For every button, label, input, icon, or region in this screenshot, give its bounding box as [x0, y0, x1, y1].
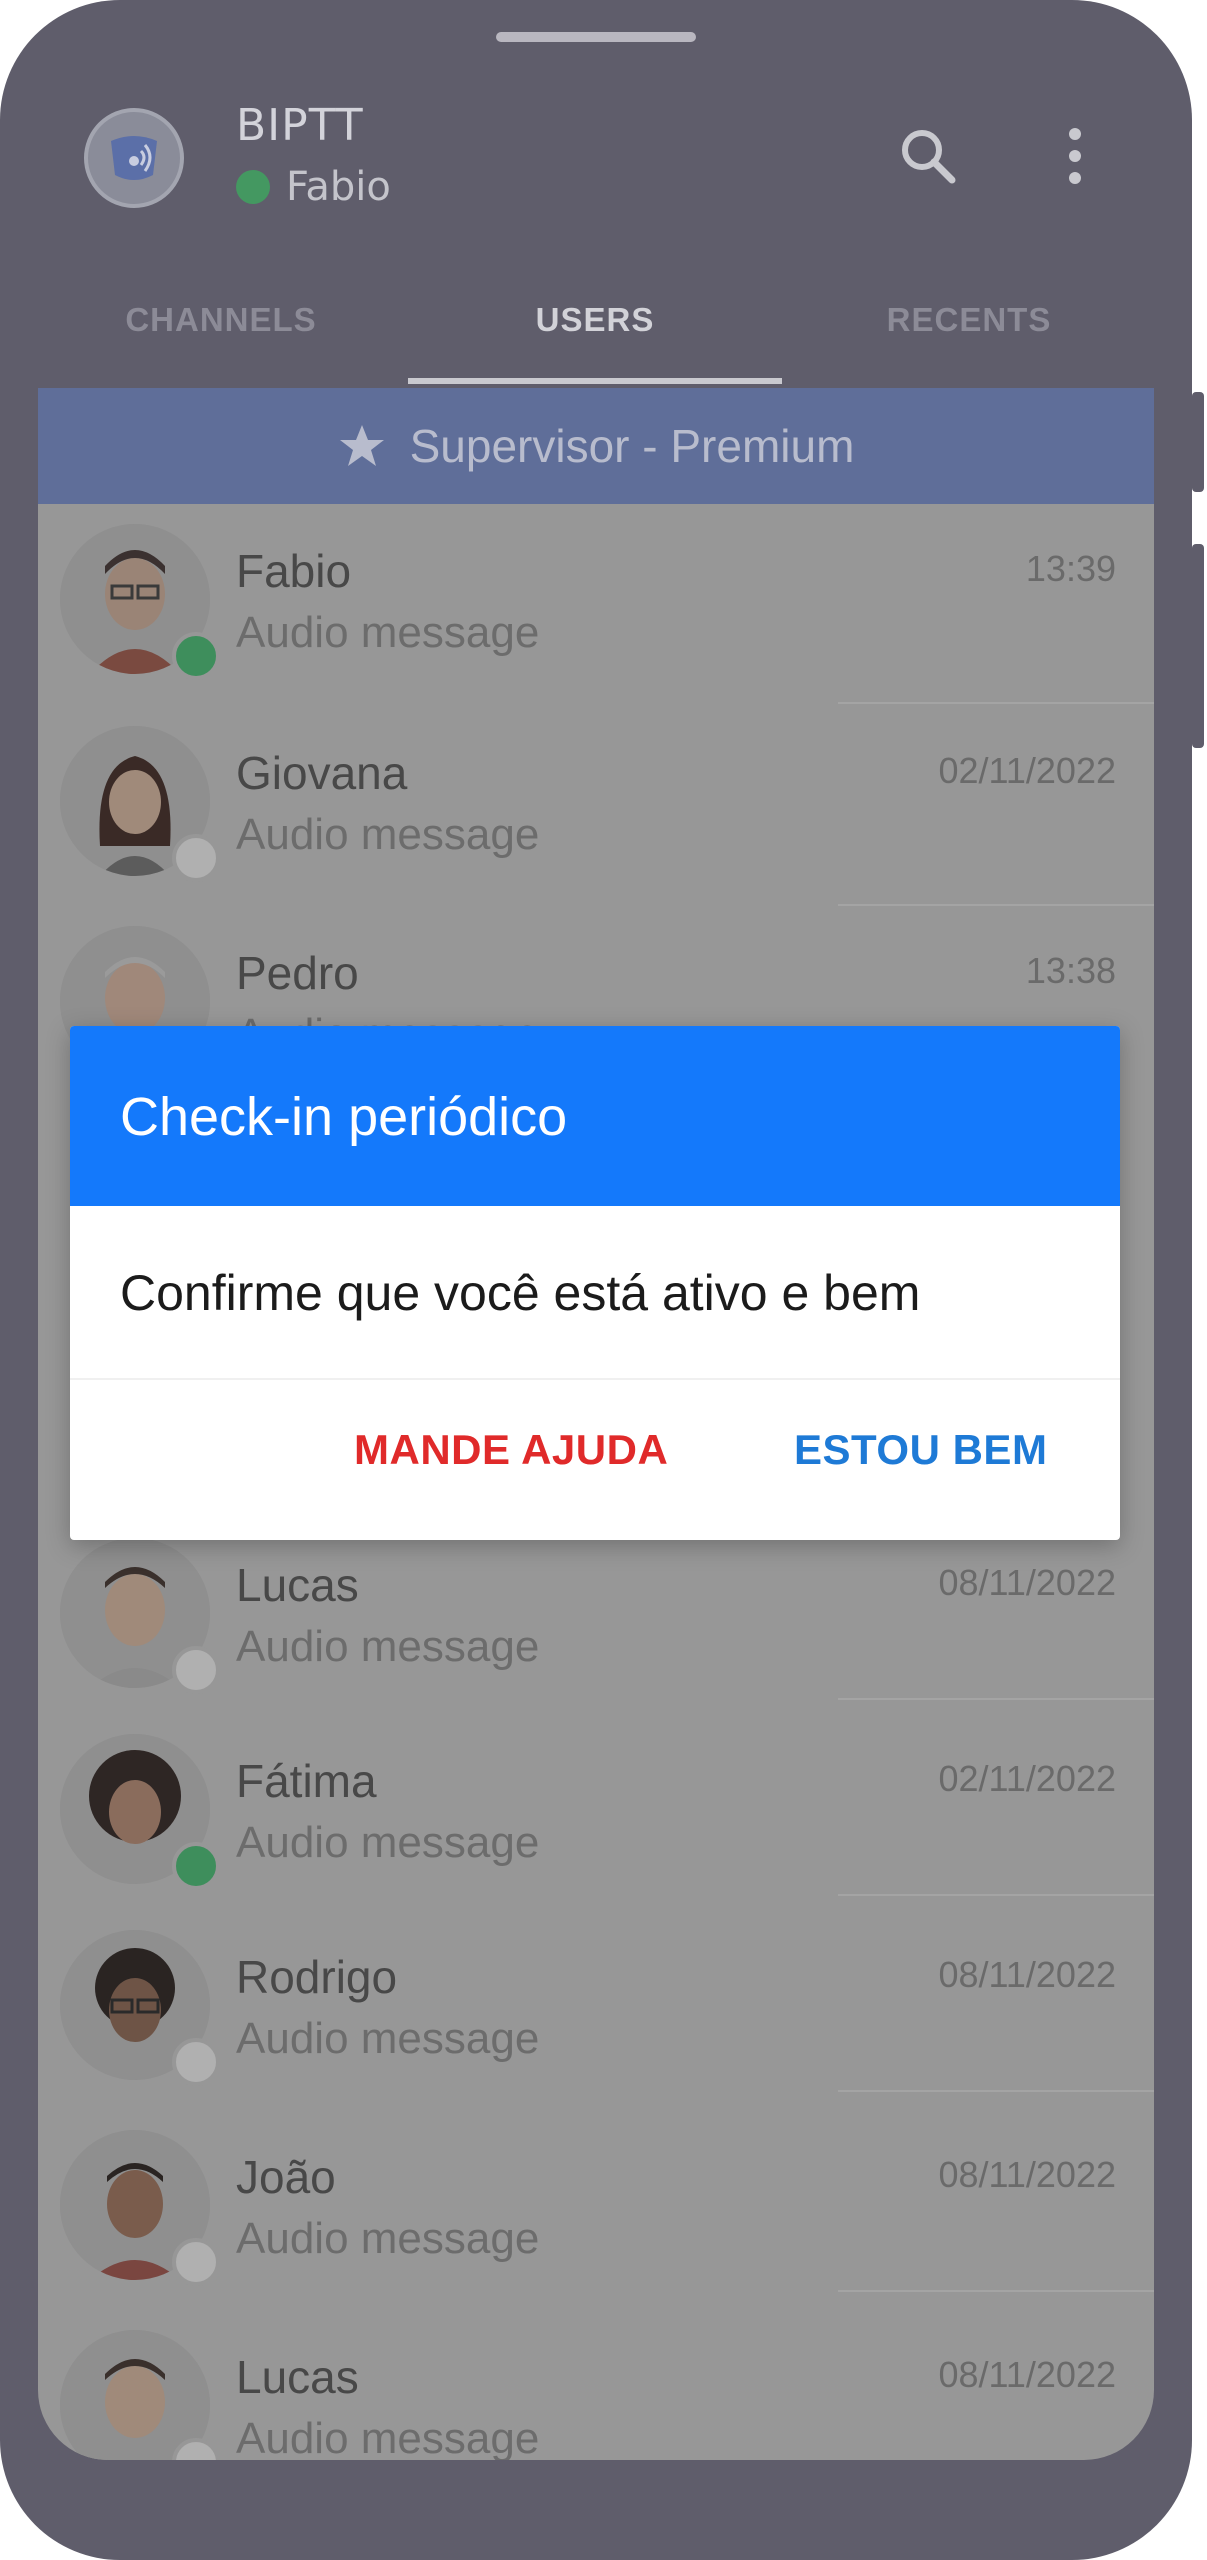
user-name: Lucas	[236, 2351, 359, 2403]
current-user-name: Fabio	[286, 164, 391, 210]
phone-frame: BIPTT Fabio CHANNELS USERS RECENTS Super…	[0, 0, 1192, 2560]
timestamp: 08/11/2022	[938, 2154, 1116, 2195]
dialog-title: Check-in periódico	[120, 1087, 568, 1147]
app-logo[interactable]	[84, 108, 184, 208]
volume-button	[1192, 392, 1204, 492]
last-message: Audio message	[236, 1818, 540, 1867]
online-status-icon	[172, 632, 220, 680]
speaker-notch	[496, 32, 696, 42]
checkin-dialog: Check-in periódico Confirme que você est…	[70, 1026, 1120, 1540]
timestamp: 13:38	[1025, 950, 1116, 991]
row-divider	[838, 1698, 1154, 1700]
timestamp: 08/11/2022	[938, 2354, 1116, 2395]
offline-status-icon	[172, 1646, 220, 1694]
more-vertical-icon[interactable]	[1060, 124, 1090, 188]
row-divider	[838, 2290, 1154, 2292]
row-divider	[838, 1894, 1154, 1896]
user-name: Pedro	[236, 947, 359, 999]
power-button	[1192, 544, 1204, 748]
current-user-status: Fabio	[236, 164, 391, 210]
user-name: Fátima	[236, 1755, 377, 1807]
list-item[interactable]: Lucas Audio message 08/11/2022	[38, 1518, 1154, 1718]
user-name: Rodrigo	[236, 1951, 398, 2003]
timestamp: 02/11/2022	[938, 750, 1116, 791]
group-label: Supervisor - Premium	[409, 420, 855, 472]
search-icon[interactable]	[896, 124, 960, 188]
radio-logo-icon	[111, 136, 157, 180]
list-item[interactable]: Fabio Audio message 13:39	[38, 504, 1154, 704]
offline-status-icon	[172, 2038, 220, 2086]
list-item[interactable]: Rodrigo Audio message 08/11/2022	[38, 1910, 1154, 2110]
tab-users[interactable]: USERS	[408, 270, 782, 370]
list-item[interactable]: João Audio message 08/11/2022	[38, 2110, 1154, 2310]
app-header: BIPTT Fabio	[0, 60, 1192, 260]
timestamp: 08/11/2022	[938, 1562, 1116, 1603]
list-item[interactable]: Fátima Audio message 02/11/2022	[38, 1714, 1154, 1914]
row-divider	[838, 702, 1154, 704]
online-status-icon	[236, 170, 270, 204]
row-divider	[838, 2090, 1154, 2092]
star-icon	[339, 425, 384, 466]
im-ok-button[interactable]: ESTOU BEM	[794, 1426, 1047, 1474]
online-status-icon	[172, 1842, 220, 1890]
active-tab-indicator	[408, 378, 782, 384]
offline-status-icon	[172, 834, 220, 882]
timestamp: 02/11/2022	[938, 1758, 1116, 1799]
timestamp: 08/11/2022	[938, 1954, 1116, 1995]
last-message: Audio message	[236, 608, 540, 657]
timestamp: 13:39	[1025, 548, 1116, 589]
dialog-message: Confirme que você está ativo e bem	[120, 1265, 921, 1321]
user-name: Giovana	[236, 747, 408, 799]
send-help-button[interactable]: MANDE AJUDA	[354, 1426, 668, 1474]
user-name: João	[236, 2151, 336, 2203]
list-item[interactable]: Giovana Audio message 02/11/2022	[38, 706, 1154, 906]
group-header-bar[interactable]: Supervisor - Premium	[38, 388, 1154, 504]
last-message: Audio message	[236, 2214, 540, 2263]
dialog-divider	[70, 1378, 1120, 1380]
list-item[interactable]: Lucas Audio message 08/11/2022	[38, 2310, 1154, 2460]
last-message: Audio message	[236, 810, 540, 859]
last-message: Audio message	[236, 2014, 540, 2063]
app-title: BIPTT	[236, 100, 364, 151]
last-message: Audio message	[236, 2414, 540, 2460]
tab-bar: CHANNELS USERS RECENTS	[0, 270, 1192, 390]
last-message: Audio message	[236, 1622, 540, 1671]
tab-channels[interactable]: CHANNELS	[34, 270, 408, 370]
dialog-header: Check-in periódico	[70, 1026, 1120, 1206]
offline-status-icon	[172, 2238, 220, 2286]
user-name: Lucas	[236, 1559, 359, 1611]
user-name: Fabio	[236, 545, 352, 597]
tab-recents[interactable]: RECENTS	[782, 270, 1156, 370]
